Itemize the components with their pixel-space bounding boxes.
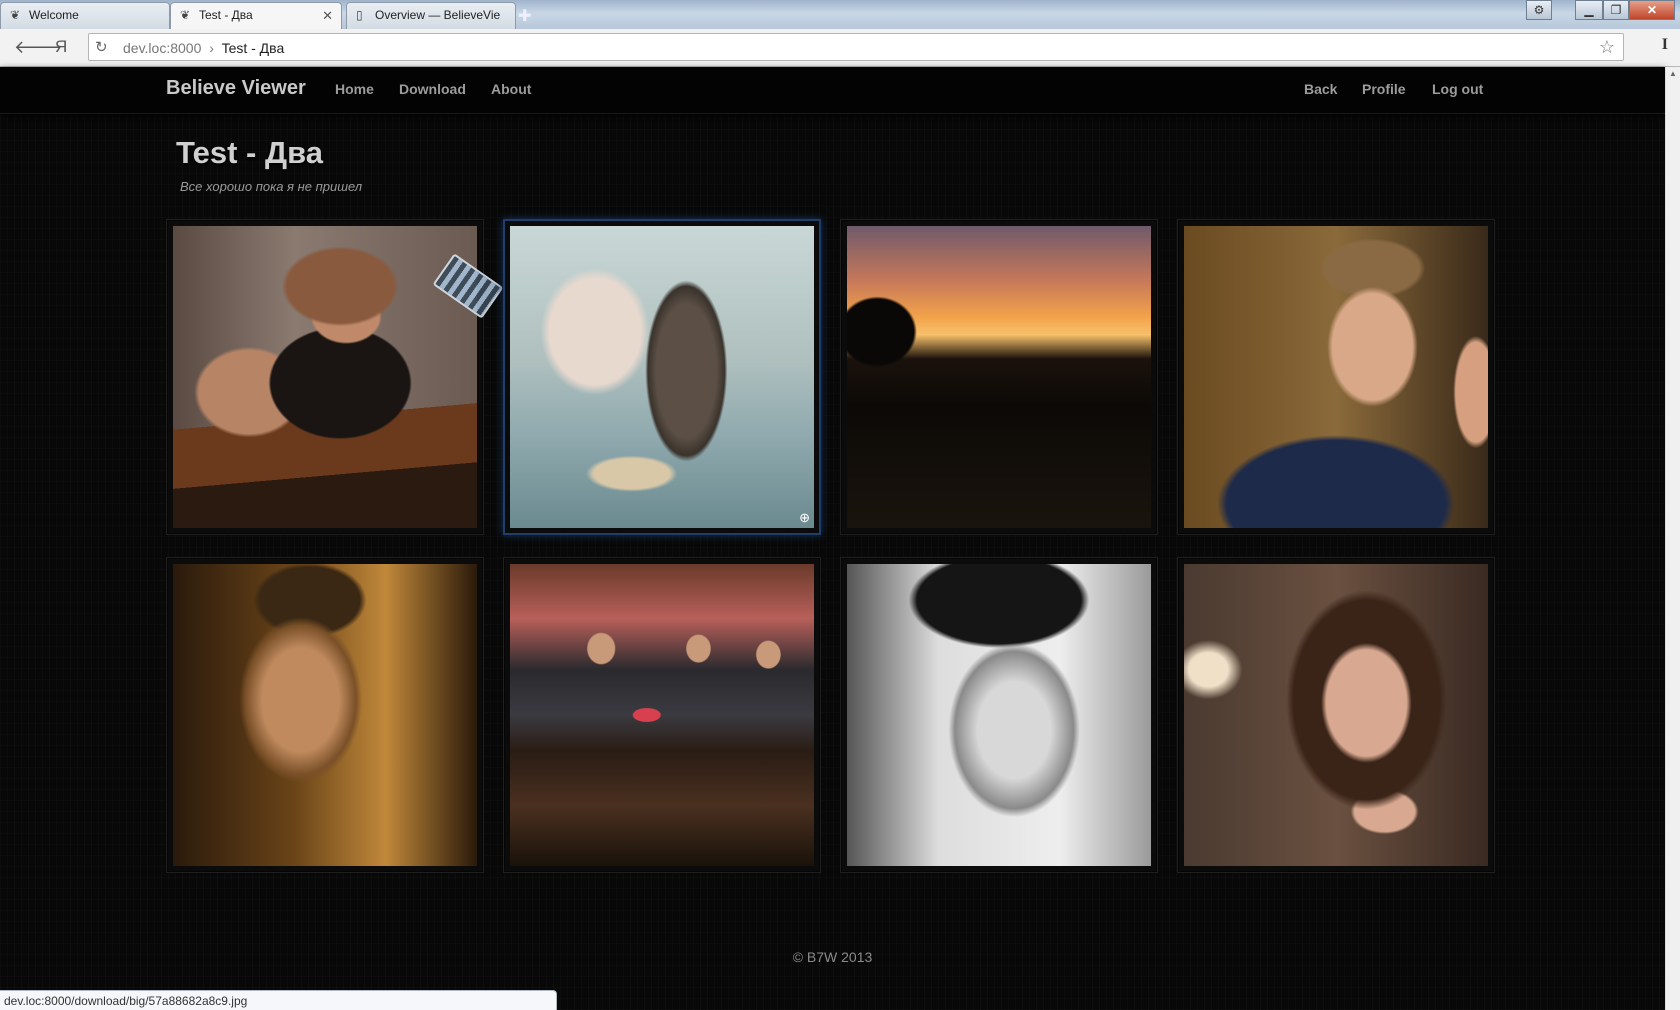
tab-overview[interactable]: ▯ Overview — BelieveVie xyxy=(346,2,516,29)
photo-young-man xyxy=(173,564,477,866)
photo-thumb-woman[interactable] xyxy=(1177,557,1495,873)
nav-logout[interactable]: Log out xyxy=(1432,81,1483,97)
photo-thumb-guitarist[interactable] xyxy=(166,219,484,535)
nav-about[interactable]: About xyxy=(491,81,531,97)
site-brand[interactable]: Believe Viewer xyxy=(166,77,306,100)
status-bar-url: dev.loc:8000/download/big/57a88682a8c9.j… xyxy=(0,990,557,1010)
album-title: Test - Два xyxy=(176,135,323,170)
tab-favicon-icon: ❦ xyxy=(10,8,21,22)
close-tab-icon[interactable]: ✕ xyxy=(322,8,333,24)
restore-icon[interactable]: ❐ xyxy=(1603,0,1629,20)
photo-thumb-young-man[interactable] xyxy=(166,557,484,873)
bookmark-star-icon[interactable]: ☆ xyxy=(1599,37,1615,58)
browser-toolbar: 🡐 Я ↻ dev.loc:8000 › Test - Два ☆ I xyxy=(0,29,1680,67)
photo-thumb-bw-portrait[interactable] xyxy=(840,557,1158,873)
page-icon: ▯ xyxy=(356,8,363,22)
new-tab-button[interactable]: ✚ xyxy=(518,6,531,26)
photo-thumb-man-resting[interactable] xyxy=(1177,219,1495,535)
tab-label: Overview — BelieveVie xyxy=(375,8,501,22)
address-separator: › xyxy=(209,40,214,56)
nav-home[interactable]: Home xyxy=(335,81,374,97)
site-navbar: Believe Viewer Home Download About Back … xyxy=(0,67,1665,114)
zoom-icon[interactable]: ⊕ xyxy=(799,510,810,526)
tab-label: Welcome xyxy=(29,8,79,22)
tab-test-dva[interactable]: ❦ Test - Два ✕ xyxy=(170,2,342,29)
photo-bw-portrait xyxy=(847,564,1151,866)
photo-sunset xyxy=(847,226,1151,528)
nav-profile[interactable]: Profile xyxy=(1362,81,1406,97)
settings-icon[interactable]: ⚙ xyxy=(1526,0,1552,20)
album-description: Все хорошо пока я не пришел xyxy=(180,179,363,194)
photo-guitarist xyxy=(173,226,477,528)
scroll-up-icon[interactable]: ▲ xyxy=(1669,69,1677,78)
address-bar[interactable]: ↻ dev.loc:8000 › Test - Два ☆ xyxy=(88,33,1624,61)
photo-woman xyxy=(1184,564,1488,866)
nav-download[interactable]: Download xyxy=(399,81,466,97)
reload-icon[interactable]: ↻ xyxy=(95,38,108,56)
address-host: dev.loc:8000 xyxy=(123,40,202,56)
extension-icon[interactable]: I xyxy=(1662,36,1668,54)
close-window-icon[interactable]: ✕ xyxy=(1629,0,1675,20)
address-url: dev.loc:8000 › Test - Два xyxy=(123,40,284,56)
vertical-scrollbar[interactable]: ▲ xyxy=(1665,67,1680,1010)
minimize-icon[interactable]: ▁ xyxy=(1575,0,1603,20)
nav-back[interactable]: Back xyxy=(1304,81,1337,97)
tab-welcome[interactable]: ❦ Welcome xyxy=(0,2,170,29)
address-path: Test - Два xyxy=(221,40,285,56)
yandex-icon[interactable]: Я xyxy=(55,37,67,57)
footer-copyright: © B7W 2013 xyxy=(792,949,873,965)
photo-man-resting xyxy=(1184,226,1488,528)
photo-friends xyxy=(510,564,814,866)
tab-label: Test - Два xyxy=(199,8,253,22)
photo-thumb-friends[interactable] xyxy=(503,557,821,873)
page-viewport: Believe Viewer Home Download About Back … xyxy=(0,67,1665,1010)
photo-thumb-dragon[interactable]: ⊕ xyxy=(503,219,821,535)
photo-thumb-sunset[interactable] xyxy=(840,219,1158,535)
tab-favicon-icon: ❦ xyxy=(180,8,191,22)
tab-strip: ❦ Welcome ❦ Test - Два ✕ ▯ Overview — Be… xyxy=(0,0,1680,29)
photo-dragon: ⊕ xyxy=(510,226,814,528)
